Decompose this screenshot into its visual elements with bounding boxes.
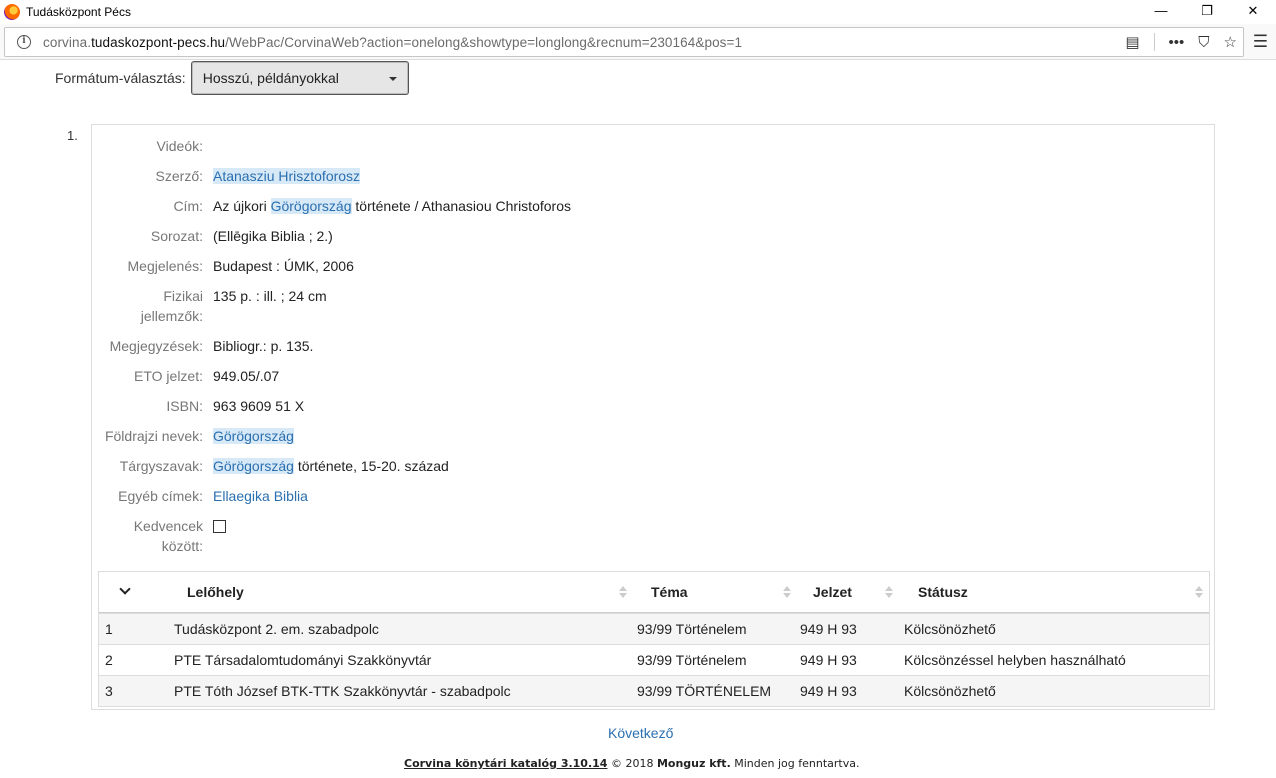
field-label: ISBN: <box>166 398 203 414</box>
restore-button[interactable]: ❐ <box>1184 0 1230 24</box>
rights-text: Minden jog fenntartva. <box>730 757 860 770</box>
cell-topic: 93/99 TÖRTÉNELEM <box>637 683 772 699</box>
field-label: Megjelenés: <box>127 258 204 274</box>
field-label: Földrajzi nevek: <box>104 428 203 444</box>
cell-location: Tudásközpont 2. em. szabadpolc <box>174 621 379 637</box>
field-label: Videók: <box>156 138 203 154</box>
window-title: Tudásközpont Pécs <box>26 5 131 19</box>
sort-icon[interactable] <box>885 586 893 598</box>
sort-icon[interactable] <box>783 586 791 598</box>
record-number: 1. <box>67 128 78 143</box>
table-row: 3 PTE Tóth József BTK-TTK Szakkönyvtár -… <box>99 675 1209 706</box>
format-selector: Formátum-választás: Hosszú, példányokkal <box>55 60 409 96</box>
url-text[interactable]: corvina.tudaskozpont-pecs.hu/WebPac/Corv… <box>43 35 742 50</box>
format-label: Formátum-választás: <box>55 70 186 86</box>
bookmark-star-icon[interactable]: ☆ <box>1224 33 1237 51</box>
title-bar: Tudásközpont Pécs — ❐ ✕ <box>0 0 1276 24</box>
more-actions-icon[interactable]: ••• <box>1169 34 1185 51</box>
cell-location: PTE Tóth József BTK-TTK Szakkönyvtár - s… <box>174 683 511 699</box>
title-text: története / Athanasiou Christoforos <box>351 198 571 214</box>
field-value: (Ellēgika Biblia ; 2.) <box>213 228 333 244</box>
author-link[interactable]: Atanasziu Hrisztoforosz <box>213 168 361 184</box>
window-controls: — ❐ ✕ <box>1138 0 1276 24</box>
title-subject-link[interactable]: Görögország <box>270 198 352 214</box>
holdings-table: Lelőhely Téma Jelzet Státusz 1 Tudásközp… <box>98 571 1210 707</box>
chevron-down-icon[interactable] <box>119 583 131 595</box>
column-header-topic[interactable]: Téma <box>651 572 688 612</box>
sort-icon[interactable] <box>619 586 627 598</box>
field-label: ETO jelzet: <box>134 368 203 384</box>
field-value: 949.05/.07 <box>213 368 280 384</box>
info-icon[interactable]: i <box>17 35 31 49</box>
row-number: 3 <box>105 683 113 699</box>
separator <box>1153 33 1155 51</box>
cell-topic: 93/99 Történelem <box>637 621 747 637</box>
column-header-callno[interactable]: Jelzet <box>813 572 852 612</box>
cell-location: PTE Társadalomtudományi Szakkönyvtár <box>174 652 432 668</box>
cell-status: Kölcsönzéssel helyben használható <box>904 652 1126 668</box>
cell-topic: 93/99 Történelem <box>637 652 747 668</box>
record-panel: Videók: Szerző: Atanasziu Hrisztoforosz … <box>91 124 1215 710</box>
column-header-location[interactable]: Lelőhely <box>187 572 244 612</box>
url-bar[interactable]: i corvina.tudaskozpont-pecs.hu/WebPac/Co… <box>4 27 1244 57</box>
product-link[interactable]: Corvina könytári katalóg 3.10.14 <box>404 757 607 770</box>
table-row: 1 Tudásközpont 2. em. szabadpolc 93/99 T… <box>99 613 1209 644</box>
cell-callno: 949 H 93 <box>800 683 857 699</box>
company-name: Monguz kft. <box>656 757 731 770</box>
column-header-status[interactable]: Státusz <box>918 572 968 612</box>
field-label: Megjegyzések: <box>109 338 203 354</box>
cell-callno: 949 H 93 <box>800 652 857 668</box>
field-value: 963 9609 51 X <box>213 398 305 414</box>
copyright-text: © 2018 <box>607 757 657 770</box>
page-content: Formátum-választás: Hosszú, példányokkal… <box>0 60 1276 778</box>
field-label: Kedvencek között: <box>133 518 203 554</box>
subject-link[interactable]: Görögország <box>213 458 294 474</box>
caret-down-icon <box>388 77 397 81</box>
pocket-icon[interactable]: ⛉ <box>1198 34 1209 51</box>
other-title-link[interactable]: Ellaegika Biblia <box>213 488 308 504</box>
row-number: 2 <box>105 652 113 668</box>
row-number: 1 <box>105 621 113 637</box>
nav-bar: i corvina.tudaskozpont-pecs.hu/WebPac/Co… <box>0 24 1276 60</box>
favorite-checkbox[interactable] <box>213 520 226 533</box>
footer: Corvina könytári katalóg 3.10.14 © 2018 … <box>404 757 859 770</box>
geographic-link[interactable]: Görögország <box>213 428 294 444</box>
field-value: 135 p. : ill. ; 24 cm <box>213 288 327 304</box>
firefox-logo-icon <box>4 4 20 20</box>
title-text: Az újkori <box>213 198 271 214</box>
field-label: Tárgyszavak: <box>119 458 203 474</box>
field-label: Szerző: <box>155 168 203 184</box>
field-value: Budapest : ÚMK, 2006 <box>213 258 354 274</box>
menu-icon[interactable]: ☰ <box>1253 32 1268 52</box>
format-selected-value: Hosszú, példányokkal <box>202 70 339 86</box>
cell-callno: 949 H 93 <box>800 621 857 637</box>
cell-status: Kölcsönözhető <box>904 621 996 637</box>
table-row: 2 PTE Társadalomtudományi Szakkönyvtár 9… <box>99 644 1209 675</box>
next-link[interactable]: Következő <box>608 725 673 741</box>
sort-icon[interactable] <box>1195 586 1203 598</box>
field-label: Sorozat: <box>150 228 203 244</box>
close-button[interactable]: ✕ <box>1230 0 1276 24</box>
field-label: Egyéb címek: <box>118 488 203 504</box>
minimize-button[interactable]: — <box>1138 0 1184 24</box>
field-label: Cím: <box>173 198 203 214</box>
field-value: története, 15-20. század <box>293 458 449 474</box>
reader-view-icon[interactable]: ▤ <box>1125 33 1139 51</box>
field-value: Bibliogr.: p. 135. <box>213 338 314 354</box>
cell-status: Kölcsönözhető <box>904 683 996 699</box>
table-header: Lelőhely Téma Jelzet Státusz <box>99 572 1209 613</box>
field-label: Fizikai jellemzők: <box>140 288 203 324</box>
format-dropdown[interactable]: Hosszú, példányokkal <box>190 61 409 95</box>
